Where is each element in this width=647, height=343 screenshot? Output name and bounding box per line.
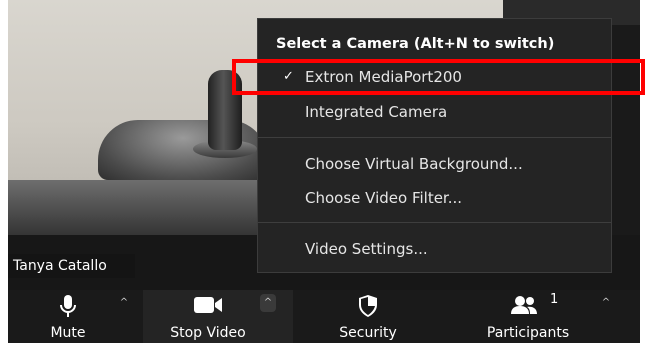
menu-item-label: Choose Virtual Background... bbox=[305, 155, 523, 173]
menu-item-integrated-camera[interactable]: Integrated Camera bbox=[258, 97, 611, 127]
video-desk bbox=[8, 180, 268, 240]
menu-divider bbox=[258, 222, 611, 223]
mute-label: Mute bbox=[50, 325, 86, 341]
shield-icon bbox=[358, 294, 378, 322]
stop-video-button[interactable]: Stop Video bbox=[158, 290, 258, 343]
menu-item-label: Choose Video Filter... bbox=[305, 189, 463, 207]
participant-name: Tanya Catallo bbox=[13, 258, 107, 274]
highlight-box bbox=[232, 59, 645, 95]
caret-up-icon: ^ bbox=[263, 297, 273, 308]
stop-video-label: Stop Video bbox=[170, 325, 246, 341]
video-options-caret[interactable]: ^ bbox=[260, 294, 276, 312]
caret-up-icon: ^ bbox=[601, 297, 611, 308]
participant-name-tag: Tanya Catallo bbox=[8, 254, 135, 278]
camera-select-menu: Select a Camera (Alt+N to switch) ✓ Extr… bbox=[257, 18, 612, 273]
audio-options-caret[interactable]: ^ bbox=[116, 294, 132, 312]
menu-divider bbox=[258, 137, 611, 138]
microphone-icon bbox=[58, 294, 78, 324]
menu-item-label: Video Settings... bbox=[305, 240, 428, 258]
participants-button[interactable]: 1 Participants bbox=[478, 290, 578, 343]
menu-header: Select a Camera (Alt+N to switch) bbox=[276, 36, 555, 52]
participants-label: Participants bbox=[486, 325, 570, 341]
participants-icon bbox=[509, 294, 539, 320]
security-label: Security bbox=[339, 325, 397, 341]
mute-button[interactable]: Mute bbox=[38, 290, 98, 343]
caret-up-icon: ^ bbox=[119, 297, 129, 308]
menu-item-virtual-background[interactable]: Choose Virtual Background... bbox=[258, 149, 611, 179]
meeting-toolbar: Mute ^ Stop Video ^ Security 1 Participa… bbox=[8, 290, 640, 343]
video-camera-icon bbox=[192, 294, 224, 320]
participants-count: 1 bbox=[550, 292, 559, 307]
security-button[interactable]: Security bbox=[333, 290, 403, 343]
menu-item-video-settings[interactable]: Video Settings... bbox=[258, 234, 611, 264]
menu-item-video-filter[interactable]: Choose Video Filter... bbox=[258, 183, 611, 213]
menu-item-label: Integrated Camera bbox=[305, 103, 448, 121]
participants-options-caret[interactable]: ^ bbox=[598, 294, 614, 312]
